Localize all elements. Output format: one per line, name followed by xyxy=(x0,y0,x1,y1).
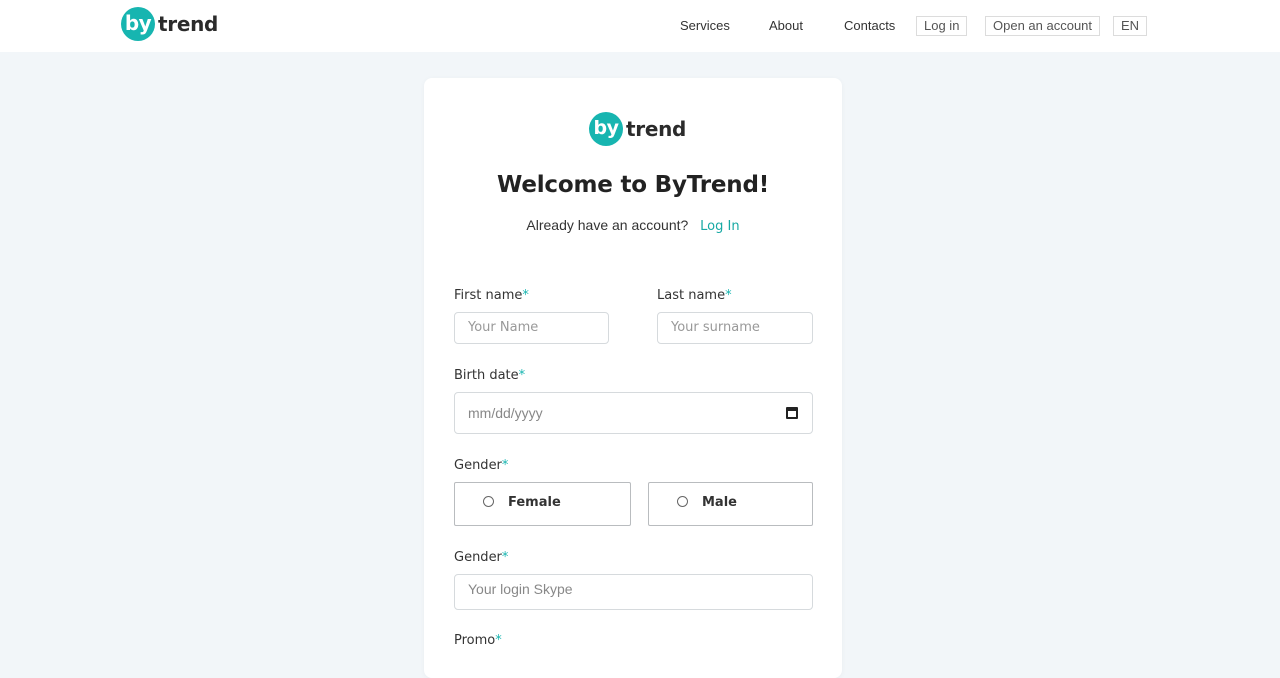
signup-card: by trend Welcome to ByTrend! Already hav… xyxy=(424,78,842,678)
gender-label-text: Gender xyxy=(454,458,502,473)
first-name-input[interactable]: Your Name xyxy=(454,312,609,344)
nav-link-services[interactable]: Services xyxy=(680,18,730,33)
required-marker: * xyxy=(501,458,509,473)
last-name-label-text: Last name xyxy=(657,288,726,303)
first-name-label: First name* xyxy=(454,288,529,303)
skype-input[interactable]: Your login Skype xyxy=(454,574,813,610)
last-name-input[interactable]: Your surname xyxy=(657,312,813,344)
open-account-button[interactable]: Open an account xyxy=(985,16,1101,36)
required-marker: * xyxy=(522,288,529,303)
logo-badge: by xyxy=(121,7,155,41)
card-logo-wordmark: trend xyxy=(626,117,687,141)
gender-option-male[interactable]: Male xyxy=(648,482,813,526)
calendar-icon[interactable] xyxy=(786,407,798,419)
language-selector[interactable]: EN xyxy=(1113,16,1148,36)
card-logo: by trend xyxy=(589,112,686,146)
brand-logo[interactable]: by trend xyxy=(121,7,218,41)
have-account-row: Already have an account? Log In xyxy=(424,217,842,234)
nav-link-contacts[interactable]: Contacts xyxy=(844,18,895,33)
page-title: Welcome to ByTrend! xyxy=(497,172,769,198)
logo-wordmark: trend xyxy=(158,12,219,36)
skype-label: Gender* xyxy=(454,550,508,565)
have-account-text: Already have an account? xyxy=(526,217,689,233)
first-name-label-text: First name xyxy=(454,288,523,303)
radio-icon[interactable] xyxy=(483,496,494,507)
login-link[interactable]: Log In xyxy=(700,219,739,234)
top-navigation-bar: by trend Services About Contacts Log in … xyxy=(0,0,1280,52)
gender-option-label: Male xyxy=(702,495,737,510)
birth-date-label-text: Birth date xyxy=(454,368,519,383)
gender-label: Gender* xyxy=(454,458,508,473)
required-marker: * xyxy=(501,550,509,565)
required-marker: * xyxy=(518,368,526,383)
birth-date-label: Birth date* xyxy=(454,368,525,383)
card-logo-badge: by xyxy=(589,112,623,146)
birth-date-placeholder: mm/dd/yyyy xyxy=(468,405,543,421)
birth-date-input[interactable]: mm/dd/yyyy xyxy=(454,392,813,434)
required-marker: * xyxy=(725,288,732,303)
radio-icon[interactable] xyxy=(677,496,688,507)
gender-option-female[interactable]: Female xyxy=(454,482,631,526)
last-name-label: Last name* xyxy=(657,288,732,303)
nav-link-about[interactable]: About xyxy=(769,18,803,33)
skype-label-text: Gender xyxy=(454,550,502,565)
login-button[interactable]: Log in xyxy=(916,16,968,36)
gender-option-label: Female xyxy=(508,495,561,510)
